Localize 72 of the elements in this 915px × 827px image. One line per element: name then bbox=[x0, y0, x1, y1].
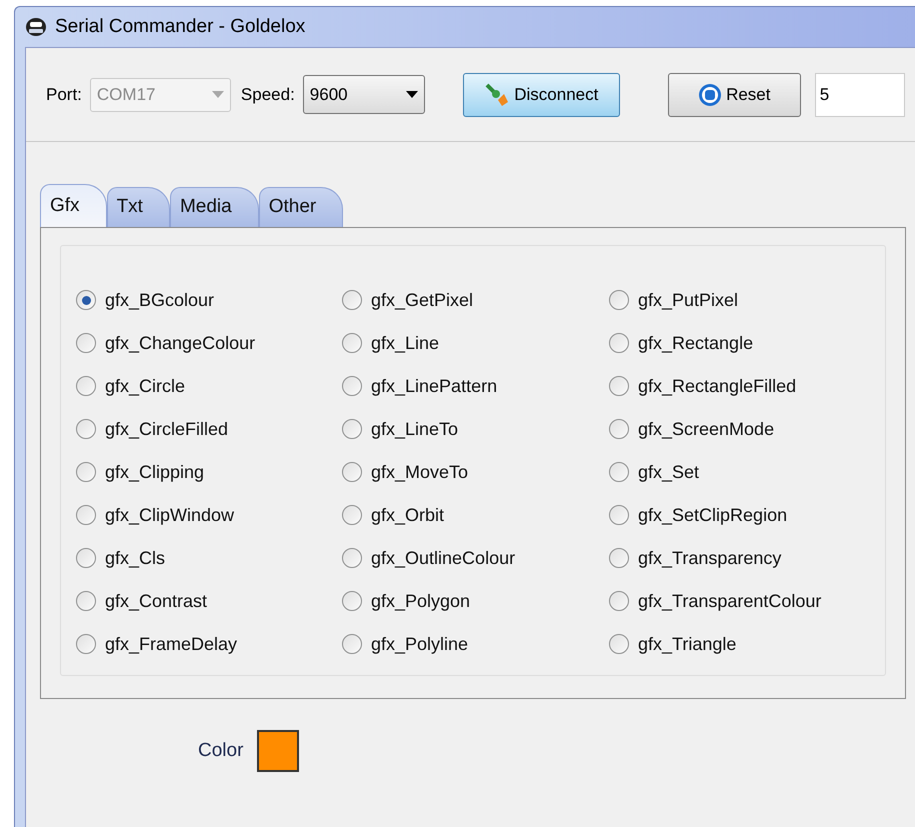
radio-button[interactable] bbox=[76, 505, 96, 525]
radio-button[interactable] bbox=[609, 290, 629, 310]
command-radio-option[interactable]: gfx_PutPixel bbox=[609, 287, 738, 313]
command-radio-option[interactable]: gfx_Set bbox=[609, 459, 700, 485]
radio-button[interactable] bbox=[342, 548, 362, 568]
radio-button[interactable] bbox=[609, 548, 629, 568]
radio-button[interactable] bbox=[76, 333, 96, 353]
disconnect-button[interactable]: Disconnect bbox=[462, 72, 620, 116]
command-radio-option[interactable]: gfx_MoveTo bbox=[342, 459, 468, 485]
radio-button[interactable] bbox=[76, 462, 96, 482]
command-radio-option[interactable]: gfx_CircleFilled bbox=[76, 416, 228, 442]
speed-label: Speed: bbox=[240, 84, 295, 106]
tab[interactable]: Other bbox=[258, 187, 344, 227]
command-radio-option[interactable]: gfx_TransparentColour bbox=[609, 588, 822, 614]
stop-icon bbox=[698, 82, 722, 106]
command-radio-option[interactable]: gfx_Orbit bbox=[342, 502, 444, 528]
tab[interactable]: Gfx bbox=[40, 184, 107, 227]
command-radio-option[interactable]: gfx_LineTo bbox=[342, 416, 458, 442]
radio-button[interactable] bbox=[342, 333, 362, 353]
window-title: Serial Commander - Goldelox bbox=[55, 14, 306, 39]
command-radio-option[interactable]: gfx_SetClipRegion bbox=[609, 502, 788, 528]
radio-button[interactable] bbox=[342, 290, 362, 310]
command-radio-option[interactable]: gfx_Triangle bbox=[609, 631, 736, 657]
radio-button[interactable] bbox=[342, 505, 362, 525]
command-radio-option[interactable]: gfx_Rectangle bbox=[609, 330, 754, 356]
radio-button[interactable] bbox=[76, 419, 96, 439]
radio-button[interactable] bbox=[76, 290, 96, 310]
app-icon bbox=[25, 16, 47, 38]
tab[interactable]: Media bbox=[170, 187, 259, 227]
color-label: Color bbox=[198, 738, 244, 763]
command-radio-option[interactable]: gfx_LinePattern bbox=[342, 373, 498, 399]
speed-dropdown[interactable]: 9600 bbox=[302, 75, 425, 114]
command-radio-option[interactable]: gfx_OutlineColour bbox=[342, 545, 516, 571]
radio-button[interactable] bbox=[609, 419, 629, 439]
color-swatch[interactable] bbox=[257, 730, 300, 772]
command-radio-option[interactable]: gfx_Line bbox=[342, 330, 440, 356]
radio-button[interactable] bbox=[342, 376, 362, 396]
radio-button[interactable] bbox=[609, 505, 629, 525]
command-radio-option[interactable]: gfx_Circle bbox=[76, 373, 186, 399]
radio-button[interactable] bbox=[609, 462, 629, 482]
command-radio-option[interactable]: gfx_GetPixel bbox=[342, 287, 474, 313]
dropdown-arrow-icon bbox=[406, 91, 418, 98]
command-radio-option[interactable]: gfx_RectangleFilled bbox=[609, 373, 796, 399]
plug-icon bbox=[484, 82, 510, 108]
radio-button[interactable] bbox=[342, 462, 362, 482]
count-spin-field[interactable]: 5 bbox=[814, 72, 905, 116]
command-radio-option[interactable]: gfx_Polygon bbox=[342, 588, 470, 614]
radio-button[interactable] bbox=[76, 591, 96, 611]
command-radio-option[interactable]: gfx_FrameDelay bbox=[76, 631, 238, 657]
port-label: Port: bbox=[46, 84, 82, 106]
radio-button[interactable] bbox=[609, 333, 629, 353]
reset-button[interactable]: Reset bbox=[668, 72, 801, 116]
command-radio-option[interactable]: gfx_ScreenMode bbox=[609, 416, 774, 442]
command-radio-option[interactable]: gfx_BGcolour bbox=[76, 287, 214, 313]
command-radio-option[interactable]: gfx_ClipWindow bbox=[76, 502, 234, 528]
radio-button[interactable] bbox=[342, 419, 362, 439]
radio-button[interactable] bbox=[609, 591, 629, 611]
command-radio-option[interactable]: gfx_Cls bbox=[76, 545, 166, 571]
command-radio-option[interactable]: gfx_Clipping bbox=[76, 459, 204, 485]
radio-button[interactable] bbox=[609, 634, 629, 654]
command-radio-option[interactable]: gfx_Polyline bbox=[342, 631, 468, 657]
command-radio-option[interactable]: gfx_ChangeColour bbox=[76, 330, 256, 356]
dropdown-arrow-icon bbox=[212, 91, 224, 98]
radio-button[interactable] bbox=[609, 376, 629, 396]
command-radio-option[interactable]: gfx_Transparency bbox=[609, 545, 782, 571]
command-radio-option[interactable]: gfx_Contrast bbox=[76, 588, 208, 614]
radio-button[interactable] bbox=[76, 634, 96, 654]
radio-button[interactable] bbox=[76, 376, 96, 396]
radio-button[interactable] bbox=[342, 634, 362, 654]
radio-button[interactable] bbox=[76, 548, 96, 568]
radio-button[interactable] bbox=[342, 591, 362, 611]
tab[interactable]: Txt bbox=[106, 187, 170, 227]
